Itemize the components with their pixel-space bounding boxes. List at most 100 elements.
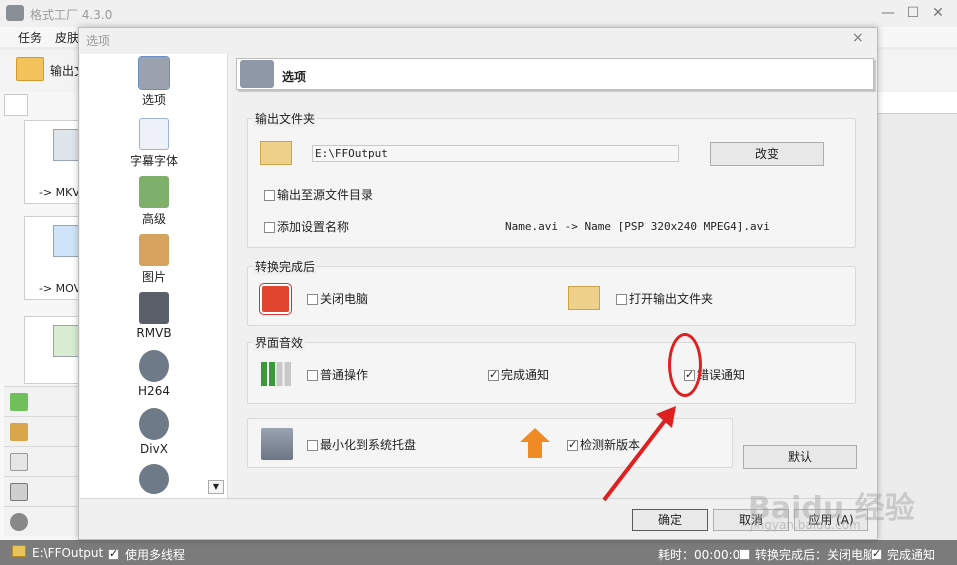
nav-item-more[interactable] (80, 464, 228, 496)
audio-category[interactable] (4, 386, 78, 416)
output-folder-group-title: 输出文件夹 (253, 110, 318, 127)
minimize-button[interactable]: — (878, 4, 898, 22)
document-category[interactable] (4, 446, 78, 476)
add-setting-name-label: 添加设置名称 (277, 220, 350, 234)
tray-computer-icon (261, 428, 293, 460)
multithread-checkbox[interactable] (108, 547, 119, 560)
document-icon (10, 453, 28, 471)
after-done-shutdown-checkbox[interactable] (739, 549, 750, 560)
format-card-avi[interactable] (24, 316, 80, 384)
output-folder-icon[interactable] (260, 141, 292, 165)
elapsed-time: 耗时：00:00:00 (658, 548, 748, 562)
app-logo-icon (6, 5, 24, 21)
options-header-title: 选项 (282, 70, 307, 84)
nav-item-picture[interactable]: 图片 (80, 234, 228, 285)
output-to-source-label: 输出至源文件目录 (277, 188, 374, 202)
nav-label: 图片 (141, 270, 166, 284)
nav-label: RMVB (136, 326, 172, 340)
app-title: 格式工厂 4.3.0 (30, 8, 113, 22)
format-card-mov[interactable]: -> MOV (24, 216, 82, 300)
output-to-source-checkbox[interactable] (264, 190, 275, 201)
output-path-field[interactable]: E:\FFOutput (312, 145, 679, 162)
picture-icon (139, 234, 169, 266)
nav-scroll-down-button[interactable]: ▼ (208, 480, 224, 494)
change-folder-button[interactable]: 改变 (710, 142, 824, 166)
dialog-close-button[interactable]: × (852, 30, 864, 46)
mkv-icon (53, 129, 79, 161)
nav-item-advanced[interactable]: 高级 (80, 176, 228, 227)
status-done-notify-checkbox[interactable] (871, 547, 882, 560)
add-setting-name-checkbox[interactable] (264, 222, 275, 233)
update-arrow-icon (520, 428, 550, 442)
task-list-header (878, 92, 957, 114)
setting-name-example: Name.avi -> Name [PSP 320x240 MPEG4].avi (505, 220, 770, 233)
power-icon (260, 284, 291, 314)
annotation-arrow-shaft (602, 412, 672, 502)
open-output-folder-label: 打开输出文件夹 (629, 292, 714, 306)
menu-task[interactable]: 任务 (18, 29, 42, 46)
options-header-icon (240, 60, 274, 88)
dialog-title: 选项 (86, 34, 111, 48)
film-icon (139, 464, 169, 494)
nav-label: 高级 (141, 212, 166, 226)
nav-item-rmvb[interactable]: RMVB (80, 292, 228, 340)
volume-bars-icon (261, 362, 291, 386)
default-button[interactable]: 默认 (743, 445, 857, 469)
close-app-button[interactable]: ✕ (928, 4, 948, 22)
minimize-to-tray-checkbox[interactable] (307, 440, 318, 451)
check-update-checkbox[interactable] (567, 438, 578, 451)
rmvb-icon (139, 292, 169, 324)
disc-category[interactable] (4, 476, 78, 506)
normal-op-sound-checkbox[interactable] (307, 370, 318, 381)
app-titlebar (0, 0, 957, 27)
multithread-label: 使用多线程 (125, 548, 186, 562)
done-notify-sound-checkbox[interactable] (488, 368, 499, 381)
advanced-icon (139, 176, 169, 208)
nav-label: DivX (140, 442, 168, 456)
shutdown-label: 关闭电脑 (320, 292, 369, 306)
avi-icon (53, 325, 79, 357)
annotation-arrow-head (656, 406, 676, 428)
options-header (236, 58, 874, 90)
baidu-watermark-url: jingyan.baidu.com (750, 518, 861, 532)
tools-category[interactable] (4, 506, 78, 536)
ok-button[interactable]: 确定 (632, 509, 708, 531)
normal-op-sound-label: 普通操作 (320, 368, 369, 382)
nav-label: 字幕字体 (129, 154, 178, 168)
video-category-tab[interactable] (4, 94, 28, 116)
format-card-mkv[interactable]: -> MKV (24, 120, 80, 204)
divx-icon (139, 408, 169, 440)
format-label: -> MOV (39, 282, 82, 295)
nav-item-options[interactable]: 选项 (80, 56, 228, 108)
h264-icon (139, 350, 169, 382)
status-output-path[interactable]: E:\FFOutput (32, 546, 103, 560)
picture-icon (10, 423, 28, 441)
settings-icon (138, 56, 170, 90)
format-label: -> MKV (39, 186, 80, 199)
nav-label: 选项 (141, 93, 166, 107)
picture-category[interactable] (4, 416, 78, 446)
open-folder-icon (568, 286, 600, 310)
update-arrow-stem (528, 442, 542, 458)
music-note-icon (10, 393, 28, 411)
menu-skin[interactable]: 皮肤 (55, 29, 79, 46)
done-notify-sound-label: 完成通知 (501, 368, 550, 382)
minimize-to-tray-label: 最小化到系统托盘 (320, 438, 417, 452)
subtitle-font-icon (139, 118, 169, 150)
error-notify-sound-label: 错误通知 (697, 368, 746, 382)
tools-icon (10, 513, 28, 531)
nav-item-subtitle-font[interactable]: 字幕字体 (80, 118, 228, 169)
annotation-arrow (602, 406, 676, 502)
sound-group-title: 界面音效 (253, 334, 306, 351)
output-folder-icon[interactable] (16, 57, 44, 81)
disc-drive-icon (10, 483, 28, 501)
nav-item-h264[interactable]: H264 (80, 350, 228, 398)
open-output-folder-checkbox[interactable] (616, 294, 627, 305)
shutdown-checkbox[interactable] (307, 294, 318, 305)
nav-label: H264 (138, 384, 170, 398)
status-folder-icon[interactable] (12, 545, 26, 557)
maximize-button[interactable]: ☐ (903, 4, 923, 22)
after-done-label: 转换完成后：关闭电脑 (755, 548, 876, 562)
after-convert-group-title: 转换完成后 (253, 258, 318, 275)
nav-item-divx[interactable]: DivX (80, 408, 228, 456)
